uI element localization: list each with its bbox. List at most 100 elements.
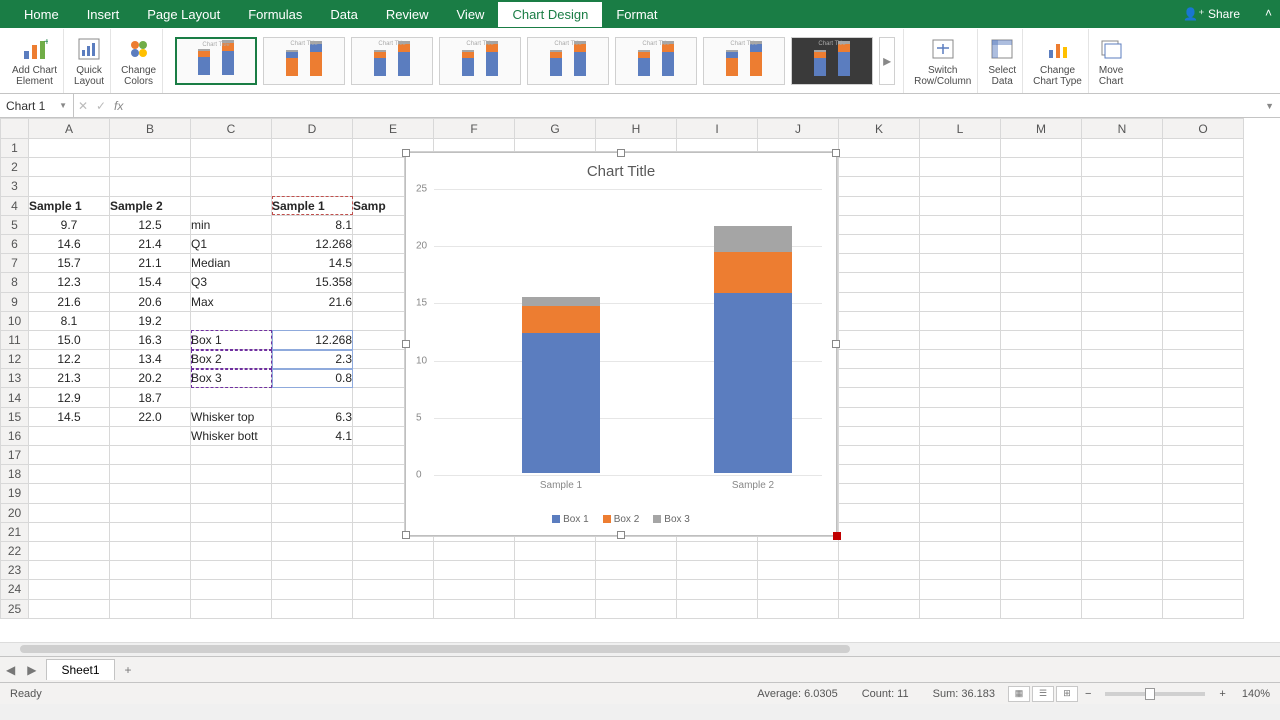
- row-header[interactable]: 22: [1, 541, 29, 560]
- cell[interactable]: [353, 599, 434, 618]
- cell[interactable]: [272, 446, 353, 465]
- sheet-tab[interactable]: Sheet1: [46, 659, 114, 680]
- cell[interactable]: 14.5: [29, 407, 110, 426]
- cell[interactable]: [920, 234, 1001, 253]
- cell[interactable]: [191, 388, 272, 407]
- cell[interactable]: [1082, 158, 1163, 177]
- column-header[interactable]: G: [515, 119, 596, 139]
- cell[interactable]: [1082, 234, 1163, 253]
- cell[interactable]: [1082, 465, 1163, 484]
- cell[interactable]: [110, 522, 191, 541]
- cell[interactable]: 12.268: [272, 234, 353, 253]
- cell[interactable]: [920, 177, 1001, 196]
- chart-resize-handle[interactable]: [832, 340, 840, 348]
- cell[interactable]: [1001, 484, 1082, 503]
- column-header[interactable]: J: [758, 119, 839, 139]
- cell[interactable]: [1082, 330, 1163, 349]
- cell[interactable]: [29, 522, 110, 541]
- select-all-cell[interactable]: [1, 119, 29, 139]
- cell[interactable]: 2.3: [272, 350, 353, 369]
- cell[interactable]: [1163, 369, 1244, 388]
- cell[interactable]: [920, 388, 1001, 407]
- cell[interactable]: [920, 292, 1001, 311]
- cell[interactable]: [839, 196, 920, 215]
- cell[interactable]: [29, 177, 110, 196]
- cell[interactable]: [1001, 350, 1082, 369]
- column-header[interactable]: I: [677, 119, 758, 139]
- chart-legend[interactable]: Box 1Box 2Box 3: [406, 514, 836, 525]
- cell[interactable]: [1082, 446, 1163, 465]
- column-header[interactable]: B: [110, 119, 191, 139]
- cell[interactable]: [1001, 580, 1082, 599]
- add-chart-element-button[interactable]: + Add Chart Element: [6, 29, 64, 93]
- cell[interactable]: [1082, 196, 1163, 215]
- cell[interactable]: [839, 541, 920, 560]
- sheet-nav-next-icon[interactable]: ▶: [21, 663, 42, 677]
- chart-style-thumb[interactable]: Chart Title: [527, 37, 609, 85]
- cell[interactable]: [920, 196, 1001, 215]
- column-header[interactable]: D: [272, 119, 353, 139]
- cell[interactable]: 12.5: [110, 215, 191, 234]
- chart-bar[interactable]: Sample 1: [522, 297, 600, 473]
- cell[interactable]: 14.5: [272, 254, 353, 273]
- cell[interactable]: [110, 503, 191, 522]
- cell[interactable]: [920, 330, 1001, 349]
- cell[interactable]: [434, 561, 515, 580]
- cell[interactable]: [110, 177, 191, 196]
- ribbon-tab-view[interactable]: View: [443, 2, 499, 27]
- switch-row-column-button[interactable]: Switch Row/Column: [908, 29, 978, 93]
- cell[interactable]: [1163, 292, 1244, 311]
- cell[interactable]: [1082, 522, 1163, 541]
- chart-style-thumb[interactable]: Chart Title: [263, 37, 345, 85]
- cell[interactable]: [920, 254, 1001, 273]
- cell[interactable]: [1163, 465, 1244, 484]
- cell[interactable]: [191, 465, 272, 484]
- row-header[interactable]: 4: [1, 196, 29, 215]
- cell[interactable]: [272, 541, 353, 560]
- cell[interactable]: min: [191, 215, 272, 234]
- cell[interactable]: [1001, 599, 1082, 618]
- cell[interactable]: [839, 407, 920, 426]
- ribbon-tab-format[interactable]: Format: [602, 2, 671, 27]
- ribbon-tab-insert[interactable]: Insert: [73, 2, 134, 27]
- cell[interactable]: [110, 580, 191, 599]
- cell[interactable]: [1082, 311, 1163, 330]
- row-header[interactable]: 23: [1, 561, 29, 580]
- zoom-slider[interactable]: [1105, 692, 1205, 696]
- chart-bar[interactable]: Sample 2: [714, 226, 792, 473]
- cell[interactable]: [1001, 541, 1082, 560]
- formula-bar-input[interactable]: [127, 94, 1259, 117]
- cell[interactable]: [29, 599, 110, 618]
- row-header[interactable]: 9: [1, 292, 29, 311]
- cell[interactable]: [1001, 522, 1082, 541]
- cell[interactable]: [272, 139, 353, 158]
- cell[interactable]: [29, 503, 110, 522]
- cell[interactable]: [1001, 465, 1082, 484]
- cell[interactable]: [1082, 273, 1163, 292]
- cell[interactable]: 18.7: [110, 388, 191, 407]
- cell[interactable]: [1163, 215, 1244, 234]
- cell[interactable]: 20.6: [110, 292, 191, 311]
- legend-item[interactable]: Box 1: [552, 514, 589, 525]
- cell[interactable]: [839, 503, 920, 522]
- cell[interactable]: [1001, 561, 1082, 580]
- cell[interactable]: 12.268: [272, 330, 353, 349]
- legend-item[interactable]: Box 2: [603, 514, 640, 525]
- cell[interactable]: [191, 139, 272, 158]
- cell[interactable]: [677, 561, 758, 580]
- cell[interactable]: [272, 599, 353, 618]
- row-header[interactable]: 25: [1, 599, 29, 618]
- cell[interactable]: [110, 446, 191, 465]
- cell[interactable]: Box 1: [191, 330, 272, 349]
- scrollbar-thumb[interactable]: [20, 645, 850, 653]
- cell[interactable]: [29, 580, 110, 599]
- cell[interactable]: [920, 446, 1001, 465]
- cell[interactable]: [1001, 234, 1082, 253]
- cell[interactable]: [839, 446, 920, 465]
- cell[interactable]: Whisker top: [191, 407, 272, 426]
- cell[interactable]: [839, 484, 920, 503]
- cell[interactable]: [1001, 503, 1082, 522]
- cell[interactable]: [839, 139, 920, 158]
- cell[interactable]: [191, 196, 272, 215]
- cell[interactable]: [839, 580, 920, 599]
